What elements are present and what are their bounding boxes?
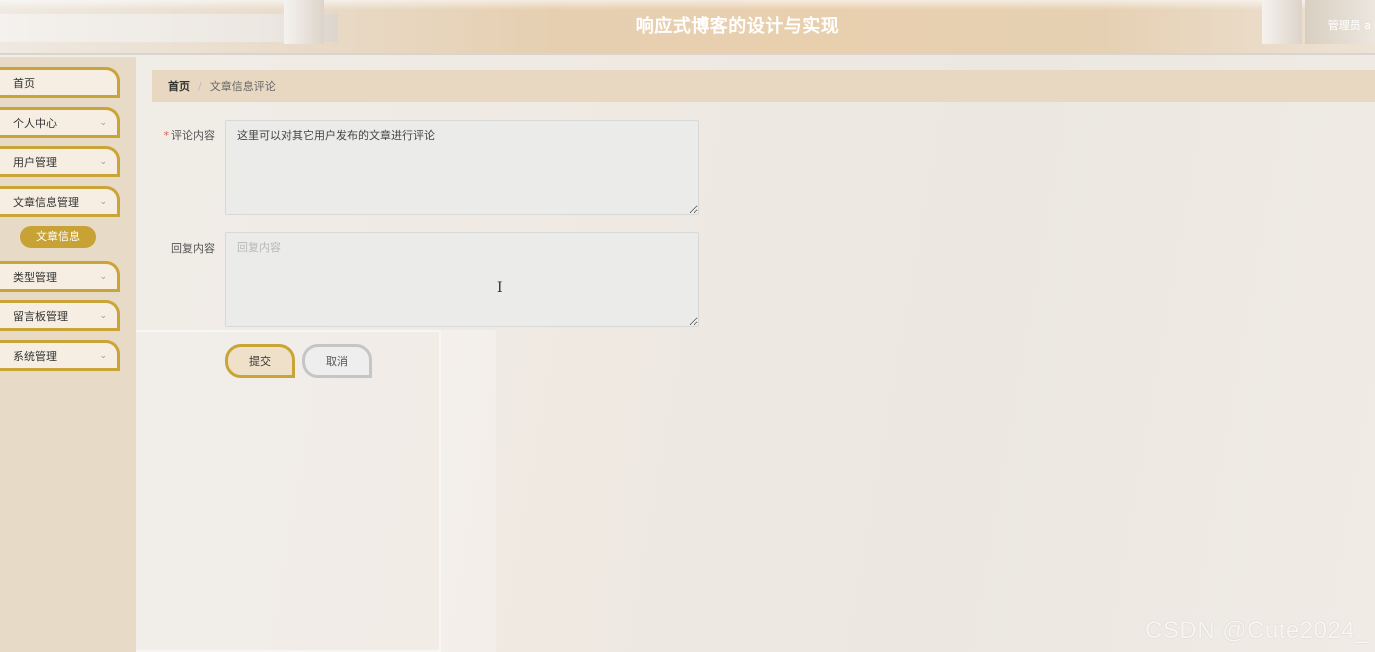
sidebar-item-label: 留言板管理 xyxy=(13,309,68,323)
comment-label: * 评论内容 xyxy=(155,127,216,143)
chevron-down-icon: ⌄ xyxy=(99,351,107,361)
breadcrumb-home[interactable]: 首页 xyxy=(168,78,190,94)
chevron-down-icon: ⌄ xyxy=(99,311,107,321)
comment-textarea[interactable]: 这里可以对其它用户发布的文章进行评论 xyxy=(225,120,699,215)
sidebar-subitem-article-info[interactable]: 文章信息 xyxy=(20,226,96,248)
sidebar-item-label: 用户管理 xyxy=(13,155,57,169)
breadcrumb: 首页 / 文章信息评论 xyxy=(152,70,1375,102)
reply-label-text: 回复内容 xyxy=(171,242,215,255)
site-title: 响应式博客的设计与实现 xyxy=(635,16,840,37)
watermark: CSDN @Cute2024_ xyxy=(1145,617,1369,644)
user-info[interactable]: 管理员 a xyxy=(1328,17,1371,33)
sidebar-item-user-management[interactable]: 用户管理 ⌄ xyxy=(0,146,120,177)
sidebar-item-type-management[interactable]: 类型管理 ⌄ xyxy=(0,261,120,292)
chevron-down-icon: ⌄ xyxy=(99,197,107,207)
chevron-down-icon: ⌄ xyxy=(99,118,107,128)
reply-textarea[interactable] xyxy=(225,232,699,327)
background-column xyxy=(441,330,496,652)
sidebar-item-message-board[interactable]: 留言板管理 ⌄ xyxy=(0,300,120,331)
reply-label: 回复内容 xyxy=(155,240,215,256)
breadcrumb-current: 文章信息评论 xyxy=(209,80,276,93)
chevron-down-icon: ⌄ xyxy=(99,272,107,282)
sidebar-item-label: 系统管理 xyxy=(13,349,57,363)
cancel-button[interactable]: 取消 xyxy=(302,344,372,378)
sidebar-item-system-management[interactable]: 系统管理 ⌄ xyxy=(0,340,120,371)
header-highlight xyxy=(0,0,1375,10)
background-panel xyxy=(136,330,441,652)
submit-button[interactable]: 提交 xyxy=(225,344,295,378)
sidebar-item-label: 文章信息管理 xyxy=(13,195,79,209)
sidebar-item-article-management[interactable]: 文章信息管理 ⌄ xyxy=(0,186,120,217)
sidebar-item-home[interactable]: 首页 xyxy=(0,67,120,98)
comment-label-text: 评论内容 xyxy=(171,129,215,142)
sidebar-item-label: 个人中心 xyxy=(13,116,57,130)
sidebar-item-personal-center[interactable]: 个人中心 ⌄ xyxy=(0,107,120,138)
sidebar-item-label: 类型管理 xyxy=(13,270,57,284)
top-header: 响应式博客的设计与实现 管理员 a xyxy=(0,0,1375,55)
required-mark: * xyxy=(163,129,170,142)
sidebar-item-label: 首页 xyxy=(13,76,35,90)
text-cursor-icon: I xyxy=(497,280,503,296)
chevron-down-icon: ⌄ xyxy=(99,157,107,167)
breadcrumb-separator: / xyxy=(198,79,202,93)
